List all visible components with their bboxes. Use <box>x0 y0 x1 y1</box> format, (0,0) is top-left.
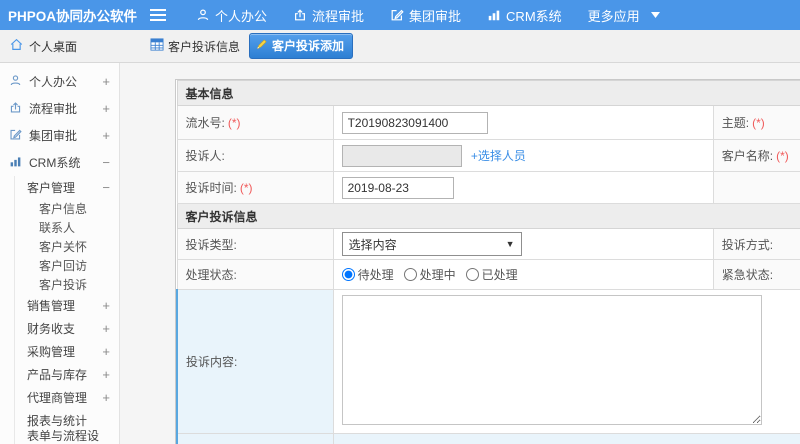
expand-icon[interactable]: + <box>102 101 110 116</box>
radio-done[interactable]: 已处理 <box>465 266 518 283</box>
sidebar-item-group-approval[interactable]: 集团审批 + <box>0 122 119 149</box>
complainant-label: 投诉人: <box>176 139 334 172</box>
bar-chart-icon <box>9 155 22 171</box>
customer-name-label: 客户名称: (*) <box>712 139 800 172</box>
next-row-field <box>332 433 800 444</box>
sidebar-item-customer-care[interactable]: 客户关怀 <box>15 237 119 256</box>
nav-workflow-approval[interactable]: 流程审批 <box>293 6 364 25</box>
serial-number-label: 流水号: (*) <box>176 105 334 140</box>
table-grid-icon <box>150 38 164 54</box>
radio-pending[interactable]: 待处理 <box>341 266 394 283</box>
required-mark: (*) <box>227 116 241 130</box>
tab-bar: 客户投诉信息 客户投诉添加 <box>120 30 354 62</box>
expand-icon[interactable]: + <box>102 298 110 313</box>
handle-status-radio-group: 待处理 处理中 已处理 <box>341 266 705 283</box>
expand-icon[interactable]: + <box>102 321 110 336</box>
radio-processing-input[interactable] <box>403 268 417 281</box>
complaint-form-table: 基本信息 流水号:(*) 主题:(*) 投诉人: +选择人员 客户名称:(*) <box>175 80 800 444</box>
next-row-label <box>175 433 334 444</box>
complaint-time-input[interactable] <box>341 176 454 199</box>
bar-chart-icon <box>487 8 501 22</box>
sidebar-item-personal-office[interactable]: 个人办公 + <box>0 68 119 95</box>
user-icon <box>196 8 210 22</box>
expand-icon[interactable]: + <box>102 344 110 359</box>
home-icon <box>10 38 23 54</box>
complaint-time-label: 投诉时间: (*) <box>176 171 334 204</box>
tab-complaint-add[interactable]: 客户投诉添加 <box>249 33 354 59</box>
sidebar-item-customer-complaint[interactable]: 客户投诉 <box>15 275 119 294</box>
collapse-icon[interactable]: − <box>102 180 110 195</box>
sidebar-item-finance[interactable]: 财务收支 + <box>15 317 119 340</box>
complaint-form-panel: 基本信息 流水号:(*) 主题:(*) 投诉人: +选择人员 客户名称:(*) <box>175 79 800 444</box>
flow-icon <box>9 101 22 117</box>
complaint-type-select[interactable]: 选择内容 ▼ <box>341 232 522 256</box>
sidebar-item-crm-system[interactable]: CRM系统 − <box>0 149 119 176</box>
urgent-status-label: 紧急状态: <box>712 259 800 290</box>
nav-group-approval[interactable]: 集团审批 <box>390 6 461 25</box>
serial-number-input[interactable] <box>341 111 488 134</box>
expand-icon[interactable]: + <box>102 128 110 143</box>
section-complaint-info: 客户投诉信息 <box>176 203 800 229</box>
sidebar-item-desktop[interactable]: 个人桌面 <box>0 30 120 62</box>
radio-done-input[interactable] <box>465 268 479 281</box>
sidebar-item-customer-revisit[interactable]: 客户回访 <box>15 256 119 275</box>
crm-submenu: 客户管理 − 客户信息 联系人 客户关怀 客户回访 客户投诉 销售管理 + 财务… <box>14 176 119 444</box>
sidebar-item-sales-management[interactable]: 销售管理 + <box>15 294 119 317</box>
expand-icon[interactable]: + <box>102 74 110 89</box>
required-mark: (*) <box>239 181 253 195</box>
complaint-content-textarea[interactable] <box>341 295 762 425</box>
app-logo: PHPOA协同办公软件 <box>8 9 138 24</box>
select-person-link[interactable]: +选择人员 <box>471 149 526 163</box>
sub-header-strip: 个人桌面 客户投诉信息 客户投诉添加 <box>0 30 800 63</box>
expand-icon[interactable]: + <box>102 367 110 382</box>
sidebar-item-contacts[interactable]: 联系人 <box>15 218 119 237</box>
tab-complaint-list[interactable]: 客户投诉信息 <box>150 38 240 55</box>
add-pencil-icon <box>256 38 268 53</box>
edit-icon <box>390 8 404 22</box>
sidebar-item-products-inventory[interactable]: 产品与库存 + <box>15 363 119 386</box>
sidebar-item-workflow-approval[interactable]: 流程审批 + <box>0 95 119 122</box>
section-basic-info: 基本信息 <box>176 80 800 106</box>
caret-down-icon <box>650 12 660 18</box>
main-content: 基本信息 流水号:(*) 主题:(*) 投诉人: +选择人员 客户名称:(*) <box>120 63 800 444</box>
collapse-icon[interactable]: − <box>102 155 110 170</box>
required-mark: (*) <box>752 116 765 130</box>
sidebar-item-customer-management[interactable]: 客户管理 − <box>15 176 119 199</box>
caret-down-icon: ▼ <box>505 239 515 249</box>
radio-processing[interactable]: 处理中 <box>403 266 456 283</box>
subject-label: 主题: (*) <box>712 105 800 140</box>
sidebar-item-form-workflow-settings[interactable]: 表单与流程设置+ <box>15 429 119 444</box>
sidebar-item-customer-info[interactable]: 客户信息 <box>15 199 119 218</box>
menu-toggle-icon[interactable] <box>150 9 166 21</box>
nav-crm-system[interactable]: CRM系统 <box>487 6 562 25</box>
nav-more-apps[interactable]: 更多应用 <box>588 6 660 25</box>
sidebar-item-agent-management[interactable]: 代理商管理 + <box>15 386 119 409</box>
expand-icon[interactable]: + <box>102 390 110 405</box>
complaint-content-label: 投诉内容: <box>175 289 334 434</box>
user-icon <box>9 74 22 90</box>
handle-status-label: 处理状态: <box>176 259 334 290</box>
radio-pending-input[interactable] <box>341 268 355 281</box>
complaint-type-label: 投诉类型: <box>176 228 334 260</box>
nav-personal-office[interactable]: 个人办公 <box>196 6 267 25</box>
edit-icon <box>9 128 22 144</box>
sidebar: 个人办公 + 流程审批 + 集团审批 + CRM系统 − 客户管理 − 客户信息… <box>0 63 120 444</box>
top-header: PHPOA协同办公软件 个人办公 流程审批 集团审批 CRM系统 更多应用 <box>0 0 800 30</box>
complainant-input[interactable] <box>341 144 462 167</box>
flow-icon <box>293 8 307 22</box>
sidebar-item-purchasing[interactable]: 采购管理 + <box>15 340 119 363</box>
complaint-method-label: 投诉方式: <box>712 228 800 260</box>
required-mark: (*) <box>776 149 789 163</box>
